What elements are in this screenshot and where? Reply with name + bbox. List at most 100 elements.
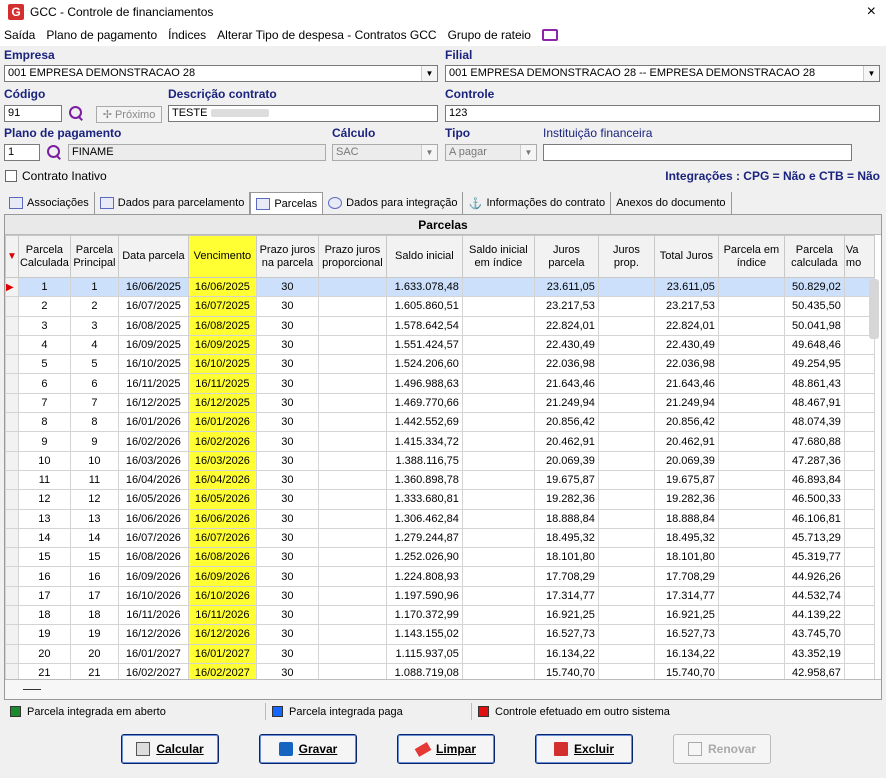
table-cell[interactable]: 17.708,29 <box>653 566 719 587</box>
col-prazo-juros-proporcional[interactable]: Prazo juros proporcional <box>317 235 387 278</box>
table-cell[interactable] <box>317 450 387 471</box>
table-cell[interactable]: 47.680,88 <box>783 431 845 452</box>
table-cell[interactable]: 30 <box>255 527 319 549</box>
search-icon[interactable] <box>68 105 84 121</box>
table-cell[interactable]: 16 <box>17 566 71 587</box>
table-cell[interactable]: 30 <box>255 605 319 626</box>
table-cell[interactable]: 46.893,84 <box>783 469 845 491</box>
table-cell[interactable]: 16/03/2026 <box>187 450 257 471</box>
table-cell[interactable]: 16/05/2026 <box>117 489 189 510</box>
table-cell[interactable] <box>843 469 875 491</box>
table-cell[interactable] <box>717 392 785 414</box>
table-cell[interactable] <box>717 624 785 645</box>
table-cell[interactable] <box>843 354 875 375</box>
table-cell[interactable]: 44.926,26 <box>783 566 845 587</box>
table-cell[interactable]: 16/04/2026 <box>187 469 257 491</box>
table-cell[interactable]: 17.314,77 <box>653 585 719 607</box>
col-saldo-inicial-indice[interactable]: Saldo inicial em índice <box>461 235 535 278</box>
table-cell[interactable]: 1.224.808,93 <box>385 566 463 587</box>
table-cell[interactable]: 23.217,53 <box>533 296 599 317</box>
table-cell[interactable]: 16/09/2026 <box>187 566 257 587</box>
table-cell[interactable] <box>843 412 875 433</box>
table-cell[interactable] <box>717 296 785 317</box>
table-cell[interactable] <box>843 392 875 414</box>
table-cell[interactable]: 1.388.116,75 <box>385 450 463 471</box>
table-cell[interactable]: 30 <box>255 469 319 491</box>
table-cell[interactable]: 30 <box>255 547 319 568</box>
table-cell[interactable]: 16 <box>69 566 119 587</box>
row-indicator[interactable] <box>5 296 19 317</box>
table-cell[interactable] <box>597 276 655 298</box>
table-cell[interactable] <box>717 566 785 587</box>
table-cell[interactable]: 1.170.372,99 <box>385 605 463 626</box>
table-cell[interactable] <box>317 605 387 626</box>
table-cell[interactable]: 23.611,05 <box>653 276 719 298</box>
table-cell[interactable]: 16.134,22 <box>653 643 719 664</box>
table-cell[interactable]: 22.036,98 <box>533 354 599 375</box>
table-cell[interactable]: 11 <box>17 469 71 491</box>
table-cell[interactable] <box>597 334 655 356</box>
table-cell[interactable]: 16.134,22 <box>533 643 599 664</box>
table-cell[interactable]: 16/01/2026 <box>187 412 257 433</box>
row-indicator[interactable] <box>5 547 19 568</box>
table-cell[interactable]: 18.495,32 <box>533 527 599 549</box>
table-cell[interactable]: 16/02/2026 <box>117 431 189 452</box>
table-cell[interactable]: 23.611,05 <box>533 276 599 298</box>
row-indicator[interactable] <box>5 566 19 587</box>
table-row[interactable]: 16 16 16/09/2026 16/09/2026 30 1.224.808,93 17… <box>5 566 875 587</box>
table-cell[interactable]: 48.861,43 <box>783 373 845 394</box>
table-row[interactable]: 9 9 16/02/2026 16/02/2026 30 1.415.334,72 20.4… <box>5 431 875 452</box>
table-cell[interactable]: 21.643,46 <box>533 373 599 394</box>
table-cell[interactable] <box>843 373 875 394</box>
table-cell[interactable]: 20.856,42 <box>533 412 599 433</box>
table-cell[interactable]: 20.462,91 <box>533 431 599 452</box>
table-cell[interactable] <box>461 585 535 607</box>
table-cell[interactable] <box>317 431 387 452</box>
table-cell[interactable] <box>461 412 535 433</box>
table-cell[interactable]: 16/01/2027 <box>117 643 189 664</box>
row-indicator[interactable] <box>5 605 19 626</box>
table-cell[interactable] <box>843 566 875 587</box>
table-cell[interactable] <box>461 624 535 645</box>
table-cell[interactable]: 5 <box>17 354 71 375</box>
table-cell[interactable]: 16.527,73 <box>533 624 599 645</box>
table-cell[interactable] <box>843 508 875 529</box>
table-cell[interactable] <box>717 585 785 607</box>
table-cell[interactable]: 30 <box>255 373 319 394</box>
table-cell[interactable]: 4 <box>17 334 71 356</box>
table-cell[interactable] <box>317 334 387 356</box>
table-cell[interactable] <box>461 566 535 587</box>
table-cell[interactable]: 16/03/2026 <box>117 450 189 471</box>
table-cell[interactable]: 8 <box>17 412 71 433</box>
table-cell[interactable]: 16.921,25 <box>653 605 719 626</box>
col-juros-parcela[interactable]: Juros parcela <box>533 235 599 278</box>
table-cell[interactable] <box>717 315 785 336</box>
table-cell[interactable] <box>597 431 655 452</box>
tab-parcelas[interactable]: Parcelas <box>250 192 324 214</box>
table-cell[interactable]: 12 <box>17 489 71 510</box>
table-row[interactable]: 15 15 16/08/2026 16/08/2026 30 1.252.026,90 18… <box>5 547 875 568</box>
table-cell[interactable] <box>597 547 655 568</box>
table-cell[interactable]: 16/07/2025 <box>117 296 189 317</box>
tab-associacoes[interactable]: Associações <box>4 192 95 214</box>
table-cell[interactable]: 46.500,33 <box>783 489 845 510</box>
table-cell[interactable] <box>317 508 387 529</box>
table-cell[interactable]: 14 <box>17 527 71 549</box>
table-cell[interactable]: 16.527,73 <box>653 624 719 645</box>
table-cell[interactable]: 44.532,74 <box>783 585 845 607</box>
table-cell[interactable]: 5 <box>69 354 119 375</box>
table-cell[interactable] <box>461 276 535 298</box>
table-cell[interactable] <box>597 315 655 336</box>
col-parcela-calculada[interactable]: Parcela Calculada <box>17 235 71 278</box>
table-cell[interactable] <box>461 527 535 549</box>
table-row[interactable]: 6 6 16/11/2025 16/11/2025 30 1.496.988,63 21.6… <box>5 373 875 394</box>
menu-plano-pagamento[interactable]: Plano de pagamento <box>46 28 157 42</box>
table-row[interactable]: 4 4 16/09/2025 16/09/2025 30 1.551.424,57 22.4… <box>5 334 875 356</box>
table-cell[interactable]: 20 <box>69 643 119 664</box>
col-saldo-inicial[interactable]: Saldo inicial <box>385 235 463 278</box>
table-cell[interactable]: 16/11/2025 <box>117 373 189 394</box>
table-cell[interactable]: 1 <box>69 276 119 298</box>
table-cell[interactable]: 16/06/2025 <box>117 276 189 298</box>
instituicao-input[interactable] <box>543 144 852 161</box>
table-cell[interactable] <box>717 527 785 549</box>
